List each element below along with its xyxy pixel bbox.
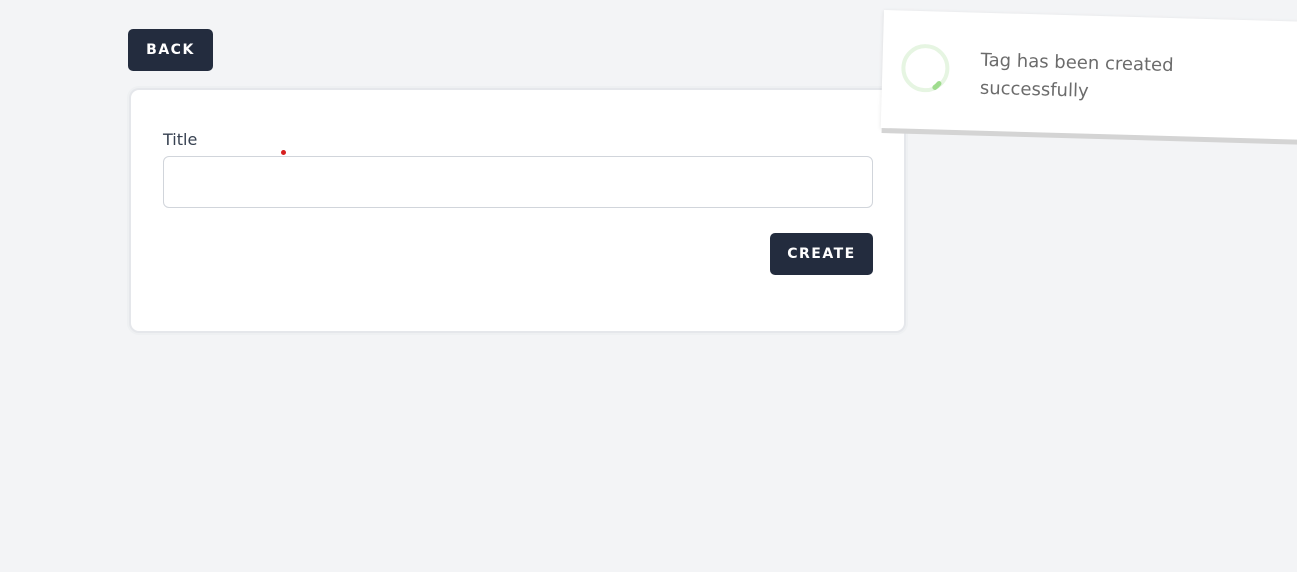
toast-message: Tag has been created successfully — [979, 49, 1174, 102]
required-indicator — [281, 150, 286, 155]
back-button[interactable]: BACK — [128, 29, 213, 71]
create-button[interactable]: CREATE — [770, 233, 873, 275]
loading-spinner-icon — [900, 42, 951, 93]
tag-form-card: Title CREATE — [129, 88, 906, 333]
title-label: Title — [163, 130, 198, 149]
title-input[interactable] — [163, 156, 873, 208]
success-toast[interactable]: Tag has been created successfully — [880, 10, 1297, 140]
